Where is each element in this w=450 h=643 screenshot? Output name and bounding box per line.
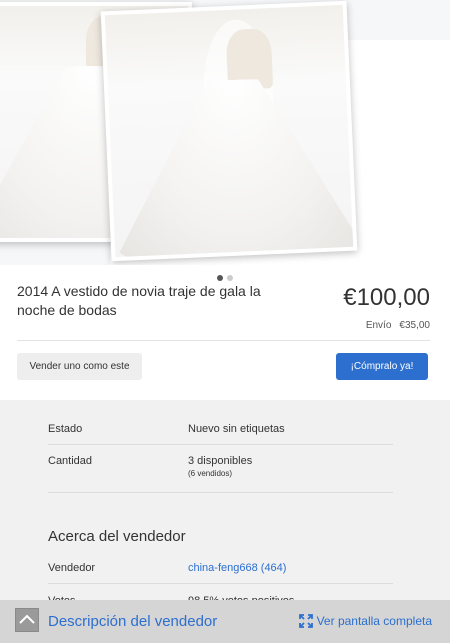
expand-icon (298, 614, 313, 628)
carousel-dot-1[interactable] (217, 275, 223, 281)
sell-similar-button[interactable]: Vender uno como este (17, 353, 142, 380)
dress-skirt (108, 74, 353, 257)
scroll-up-button[interactable] (15, 608, 39, 632)
fullscreen-link[interactable]: Ver pantalla completa (298, 614, 432, 628)
chevron-up-icon (19, 614, 35, 624)
seller-description-link[interactable]: Descripción del vendedor (48, 613, 217, 630)
shipping-info: Envío €35,00 (343, 320, 430, 331)
shipping-label: Envío (365, 320, 392, 331)
listing-title: 2014 A vestido de novia traje de gala la… (17, 283, 261, 318)
quantity-value: 3 disponibles (188, 455, 253, 467)
row-divider (48, 583, 393, 584)
product-photo-2[interactable] (100, 0, 358, 262)
shipping-amount: €35,00 (399, 320, 430, 331)
carousel-dot-2[interactable] (227, 275, 233, 281)
seller-label: Vendedor (48, 562, 96, 574)
seller-link[interactable]: china-feng668 (464) (188, 562, 286, 574)
buy-now-button[interactable]: ¡Cómpralo ya! (336, 353, 428, 380)
condition-label: Estado (48, 423, 83, 435)
quantity-value-group: 3 disponibles (6 vendidos) (188, 455, 252, 478)
divider (17, 340, 430, 341)
bottom-bar: Descripción del vendedor Ver pantalla co… (0, 600, 450, 643)
quantity-sold: (6 vendidos) (188, 469, 233, 478)
row-divider (48, 492, 393, 493)
image-carousel[interactable] (0, 0, 450, 265)
listing-price: €100,00 (343, 284, 430, 311)
seller-section-title: Acerca del vendedor (48, 528, 186, 545)
price-block: €100,00 Envío €35,00 (343, 284, 430, 331)
quantity-label: Cantidad (48, 455, 93, 467)
condition-value: Nuevo sin etiquetas (188, 423, 285, 435)
fullscreen-label: Ver pantalla completa (316, 614, 432, 628)
listing-title-block: 2014 A vestido de novia traje de gala la… (17, 282, 272, 320)
row-divider (48, 444, 393, 445)
